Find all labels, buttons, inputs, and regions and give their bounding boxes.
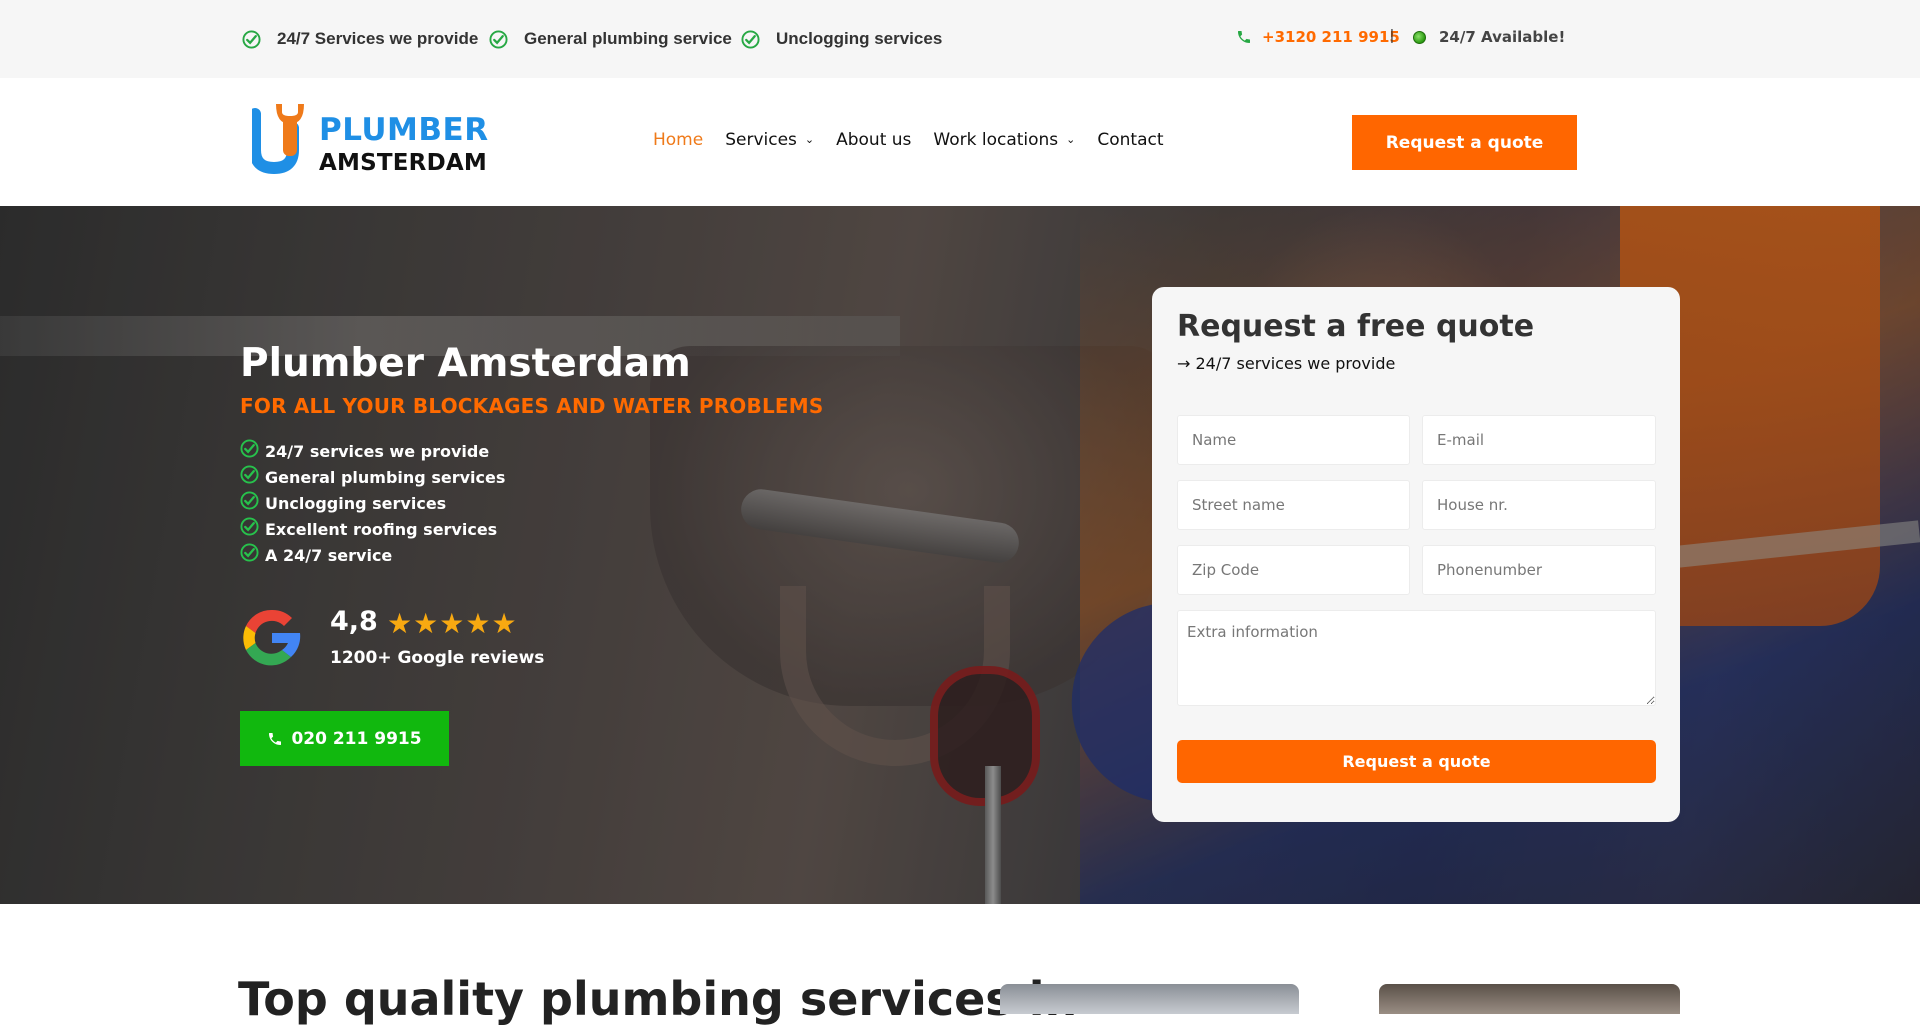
topbar-phone-number: +3120 211 9915: [1262, 28, 1400, 46]
rating-stars: ★ ★ ★ ★ ★: [387, 610, 518, 638]
chevron-down-icon: ⌄: [804, 132, 815, 146]
check-circle-icon: [741, 29, 760, 49]
google-logo-icon: [243, 609, 301, 666]
rating-score: 4,8: [330, 606, 378, 637]
phone-icon: [269, 732, 282, 745]
star-icon: ★: [439, 608, 465, 639]
service-image: [1379, 984, 1680, 1014]
check-circle-icon: [240, 542, 259, 562]
feature-label: A 24/7 service: [265, 545, 393, 565]
nav-item-label: Contact: [1097, 130, 1164, 150]
availability-label: 24/7 Available!: [1439, 28, 1566, 46]
nav-item-label: Services: [725, 130, 797, 150]
chevron-down-icon: ⌄: [1066, 132, 1076, 146]
nav-item-label: About us: [836, 130, 912, 150]
nav-item-about-us[interactable]: About us: [836, 130, 911, 150]
call-button-label: 020 211 9915: [291, 728, 422, 749]
service-image: [1000, 984, 1299, 1014]
list-item: A 24/7 service: [240, 542, 505, 568]
site-logo[interactable]: PLUMBER AMSTERDAM: [252, 98, 488, 182]
logo-line-2: AMSTERDAM: [319, 150, 487, 176]
top-bar: 24/7 Services we provide General plumbin…: [0, 0, 1920, 78]
star-icon: ★: [387, 608, 413, 639]
star-icon: ★: [491, 608, 517, 639]
submit-quote-button[interactable]: Request a quote: [1177, 740, 1656, 783]
zip-code-field[interactable]: [1177, 545, 1410, 595]
request-quote-button[interactable]: Request a quote: [1352, 115, 1577, 170]
nav-item-label: Home: [653, 130, 704, 150]
star-icon: ★: [465, 608, 491, 639]
logo-line-1: PLUMBER: [319, 112, 489, 148]
topbar-usp-label: Unclogging services: [776, 29, 943, 48]
site-header: PLUMBER AMSTERDAM Home Services ⌄ About u…: [0, 78, 1920, 206]
check-circle-icon: [240, 464, 259, 484]
nav-item-contact[interactable]: Contact: [1097, 130, 1163, 150]
house-number-field[interactable]: [1422, 480, 1656, 530]
list-item: Unclogging services: [240, 490, 505, 516]
list-item: 24/7 services we provide: [240, 438, 505, 464]
nav-item-work-locations[interactable]: Work locations ⌄: [933, 130, 1075, 150]
topbar-usp-3: Unclogging services: [741, 29, 942, 49]
form-subtitle: → 24/7 services we provide: [1177, 354, 1396, 373]
feature-label: 24/7 services we provide: [265, 441, 490, 461]
check-circle-icon: [240, 516, 259, 536]
feature-label: General plumbing services: [265, 467, 506, 487]
review-count: 1200+ Google reviews: [330, 648, 545, 668]
star-icon: ★: [413, 608, 439, 639]
topbar-separator: |: [1390, 27, 1394, 44]
nav-item-label: Work locations: [933, 130, 1059, 150]
list-item: Excellent roofing services: [240, 516, 505, 542]
call-button[interactable]: 020 211 9915: [240, 711, 449, 766]
hero-subtitle: FOR ALL YOUR BLOCKAGES AND WATER PROBLEM…: [240, 394, 824, 418]
check-circle-icon: [240, 438, 259, 458]
hero-title: Plumber Amsterdam: [240, 341, 691, 386]
nav-item-home[interactable]: Home: [653, 130, 703, 150]
plumber-logo-icon: [252, 104, 304, 175]
topbar-usp-1: 24/7 Services we provide: [242, 29, 478, 49]
check-circle-icon: [242, 29, 261, 49]
topbar-usp-label: 24/7 Services we provide: [277, 29, 479, 48]
main-nav: Home Services ⌄ About us Work locations ⌄ …: [653, 130, 1186, 150]
status-dot-icon: [1413, 30, 1426, 44]
topbar-phone-link[interactable]: +3120 211 9915: [1236, 28, 1400, 46]
email-field[interactable]: [1422, 415, 1656, 465]
form-title: Request a free quote: [1177, 309, 1535, 344]
extra-information-field[interactable]: [1177, 610, 1656, 706]
feature-label: Unclogging services: [265, 493, 447, 513]
quote-form: Request a free quote → 24/7 services we …: [1152, 287, 1680, 822]
name-field[interactable]: [1177, 415, 1410, 465]
section-title: Top quality plumbing services in: [238, 972, 1078, 1026]
hero-section: Plumber Amsterdam FOR ALL YOUR BLOCKAGES…: [0, 206, 1920, 904]
phone-icon: [1238, 31, 1250, 43]
feature-label: Excellent roofing services: [265, 519, 498, 539]
topbar-usp-2: General plumbing service: [489, 29, 732, 49]
topbar-availability: 24/7 Available!: [1413, 28, 1565, 46]
check-circle-icon: [240, 490, 259, 510]
check-circle-icon: [489, 29, 508, 49]
topbar-usp-label: General plumbing service: [524, 29, 732, 48]
phone-number-field[interactable]: [1422, 545, 1656, 595]
list-item: General plumbing services: [240, 464, 505, 490]
street-field[interactable]: [1177, 480, 1410, 530]
nav-item-services[interactable]: Services ⌄: [725, 130, 814, 150]
hero-feature-list: 24/7 services we provide General plumbin…: [240, 438, 505, 568]
